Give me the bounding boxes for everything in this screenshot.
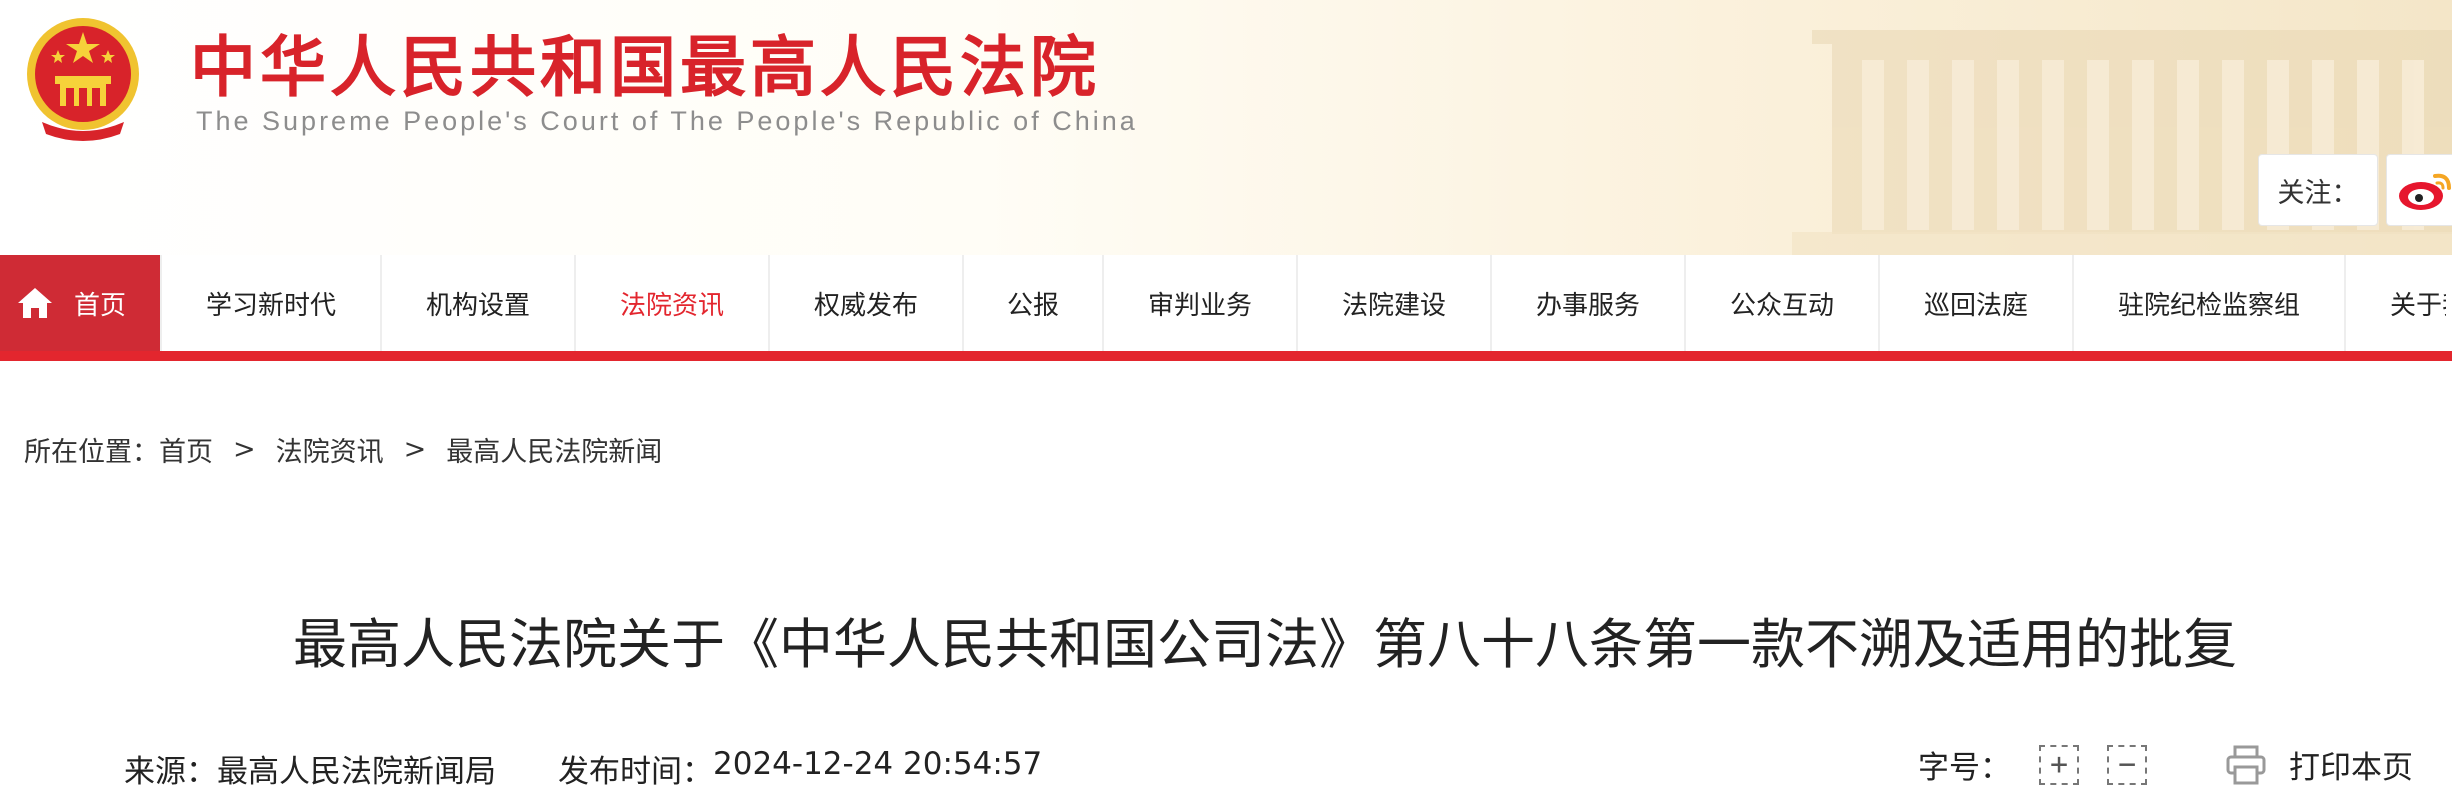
- site-title: 中华人民共和国最高人民法院: [190, 29, 1100, 106]
- follow-label: 关注：: [2258, 154, 2378, 226]
- font-size-label: 字号：: [1918, 750, 2011, 786]
- breadcrumb-spc-news-link[interactable]: 最高人民法院新闻: [446, 430, 662, 469]
- nav-item-label: 关于我们: [2390, 290, 2446, 321]
- font-increase-button[interactable]: +: [2039, 744, 2079, 785]
- national-emblem-icon: [27, 18, 139, 141]
- breadcrumb-separator: >: [403, 434, 427, 465]
- nav-item-court-construction[interactable]: 法院建设: [1298, 255, 1492, 351]
- article-tools: 字号： + − 打印本页: [1918, 742, 2413, 787]
- nav-item-label: 学习新时代: [205, 290, 336, 321]
- nav-item-services[interactable]: 办事服务: [1492, 255, 1686, 351]
- nav-item-label: 公众互动: [1729, 290, 1834, 321]
- nav-item-public-interaction[interactable]: 公众互动: [1686, 255, 1880, 351]
- nav-item-organization[interactable]: 机构设置: [382, 255, 576, 351]
- nav-item-label: 法院资讯: [619, 290, 724, 321]
- nav-item-label: 公报: [1006, 290, 1059, 321]
- site-subtitle: The Supreme People's Court of The People…: [196, 106, 1138, 136]
- printer-icon[interactable]: [2225, 745, 2267, 785]
- site-header: 中华人民共和国最高人民法院 The Supreme People's Court…: [0, 0, 2452, 255]
- publish-time-value: 2024-12-24 20:54:57: [713, 746, 1043, 782]
- weibo-button[interactable]: [2386, 154, 2452, 226]
- nav-item-label: 首页: [74, 290, 127, 321]
- nav-item-label: 权威发布: [813, 290, 918, 321]
- breadcrumb-home-link[interactable]: 首页: [159, 430, 213, 469]
- font-decrease-button[interactable]: −: [2107, 744, 2147, 785]
- nav-item-trial-business[interactable]: 审判业务: [1104, 255, 1298, 351]
- breadcrumb: 所在位置： 首页 > 法院资讯 > 最高人民法院新闻: [24, 430, 662, 469]
- nav-bottom-bar: [0, 351, 2452, 361]
- nav-item-label: 审判业务: [1147, 290, 1252, 321]
- article-meta: 来源： 最高人民法院新闻局 发布时间： 2024-12-24 20:54:57: [124, 746, 1042, 791]
- main-nav: 首页 学习新时代 机构设置 法院资讯 权威发布 公报 审判业务 法院建设 办事服…: [0, 255, 2452, 351]
- article-title: 最高人民法院关于《中华人民共和国公司法》第八十八条第一款不溯及适用的批复: [293, 613, 2237, 676]
- breadcrumb-prefix: 所在位置：: [24, 437, 159, 468]
- source-value: 最高人民法院新闻局: [217, 754, 496, 790]
- breadcrumb-separator: >: [233, 434, 256, 465]
- nav-item-authoritative-release[interactable]: 权威发布: [770, 255, 964, 351]
- nav-item-label: 巡回法庭: [1923, 290, 2028, 321]
- breadcrumb-court-news-link[interactable]: 法院资讯: [276, 430, 384, 469]
- source-label: 来源：: [124, 754, 217, 790]
- nav-item-about[interactable]: 关于我们: [2346, 255, 2446, 351]
- nav-item-gazette[interactable]: 公报: [964, 255, 1104, 351]
- nav-item-label: 办事服务: [1535, 290, 1640, 321]
- home-icon: [18, 288, 52, 318]
- publish-time-label: 发布时间：: [558, 754, 713, 790]
- nav-item-label: 驻院纪检监察组: [2117, 290, 2300, 321]
- print-page-button[interactable]: 打印本页: [2289, 742, 2413, 787]
- weibo-icon: [2399, 173, 2451, 210]
- nav-item-circuit-court[interactable]: 巡回法庭: [1880, 255, 2074, 351]
- nav-item-label: 机构设置: [425, 290, 530, 321]
- nav-item-home[interactable]: 首页: [0, 255, 162, 351]
- nav-item-court-news[interactable]: 法院资讯: [576, 255, 770, 351]
- nav-item-label: 法院建设: [1341, 290, 1446, 321]
- nav-item-discipline-group[interactable]: 驻院纪检监察组: [2074, 255, 2346, 351]
- nav-item-study[interactable]: 学习新时代: [162, 255, 382, 351]
